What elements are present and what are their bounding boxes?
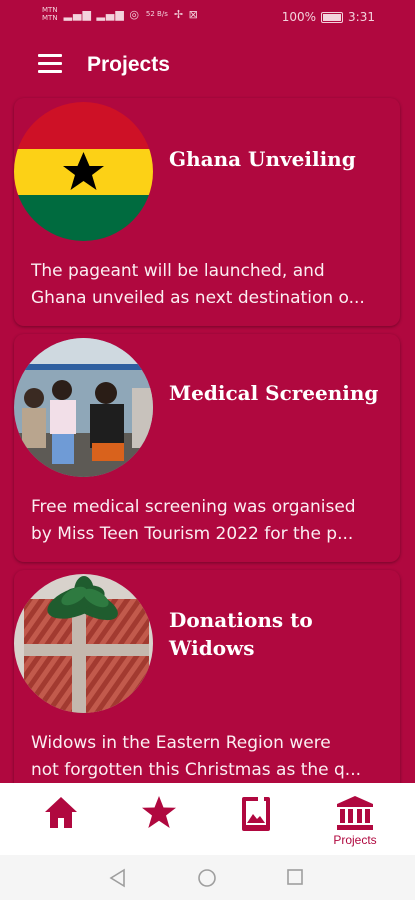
system-navigation-bar: [0, 855, 415, 900]
app-bar: Projects: [0, 40, 415, 92]
nav-favorites[interactable]: [129, 795, 189, 851]
battery-percent: 100%: [281, 10, 317, 24]
signal-icons: ▂▄▆ ▂▄▆ ◎: [63, 7, 140, 21]
clock: 3:31: [348, 10, 375, 24]
star-icon: [142, 796, 176, 828]
page-title: Projects: [87, 53, 170, 76]
project-description: Widows in the Eastern Region were not fo…: [31, 733, 362, 780]
project-card-donations-to-widows[interactable]: Donations to Widows Widows in the Easter…: [14, 570, 400, 783]
back-icon[interactable]: [109, 868, 127, 888]
notification-icons: ✢ ⊠: [173, 7, 199, 21]
net-speed: 52 B/s: [145, 10, 168, 18]
institution-icon: [337, 796, 373, 830]
gift-box-photo: [14, 574, 153, 713]
bottom-navigation: Projects: [0, 783, 415, 855]
project-card-medical-screening[interactable]: Medical Screening Free medical screening…: [14, 334, 400, 562]
project-title: Donations to Widows: [169, 608, 313, 660]
project-title: Ghana Unveiling: [169, 147, 356, 171]
menu-icon[interactable]: [38, 54, 62, 76]
medical-screening-photo: [14, 338, 153, 477]
home-icon: [45, 797, 77, 828]
project-description: The pageant will be launched, and Ghana …: [31, 261, 365, 308]
nav-gallery[interactable]: [226, 795, 286, 851]
nav-projects[interactable]: Projects: [325, 795, 385, 851]
recents-icon[interactable]: [286, 868, 304, 886]
status-bar: MTN MTN ▂▄▆ ▂▄▆ ◎ 52 B/s ✢ ⊠ 100% 3:31: [0, 0, 415, 34]
project-list[interactable]: Ghana Unveiling The pageant will be laun…: [0, 96, 415, 783]
home-circle-icon[interactable]: [197, 868, 217, 888]
nav-projects-label: Projects: [333, 833, 377, 847]
project-description: Free medical screening was organised by …: [31, 497, 356, 544]
nav-home[interactable]: [31, 795, 91, 851]
battery-icon: [321, 11, 344, 23]
gallery-icon: [242, 797, 270, 831]
carrier-labels: MTN MTN: [42, 6, 58, 22]
project-title: Medical Screening: [169, 381, 379, 405]
project-card-ghana-unveiling[interactable]: Ghana Unveiling The pageant will be laun…: [14, 98, 400, 326]
ghana-flag-image: [14, 102, 153, 241]
